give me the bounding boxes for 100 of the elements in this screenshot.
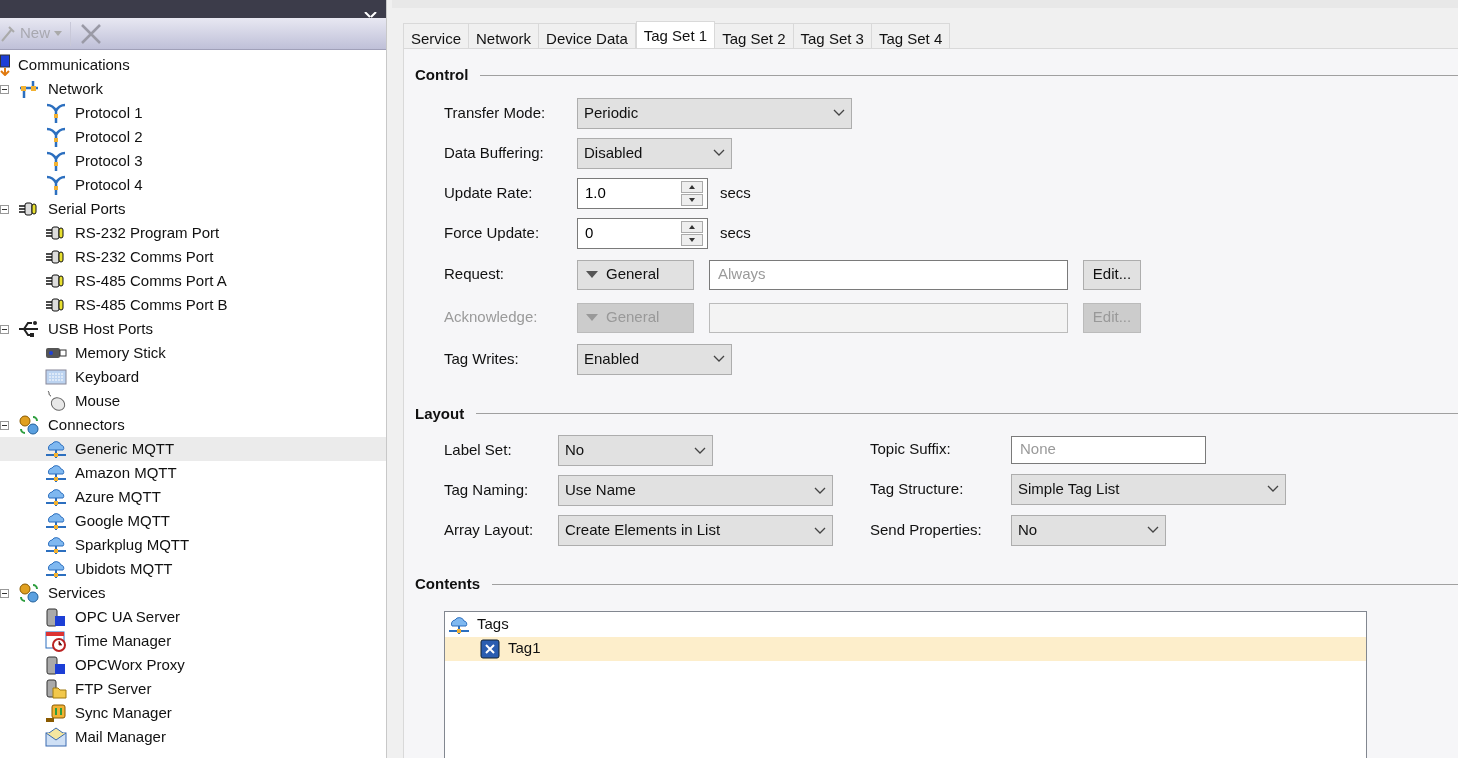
triangle-down-icon [586, 271, 598, 278]
dropdown[interactable]: Create Elements in List [558, 515, 833, 546]
number-field[interactable]: 0 [577, 217, 708, 249]
wand-icon [0, 24, 16, 43]
mode-dropdown[interactable]: General [577, 259, 694, 290]
chevron-down-icon [814, 486, 826, 495]
branch-icon [45, 126, 67, 148]
tree-item[interactable]: Protocol 3 [75, 149, 143, 173]
field-label: Tag Structure: [870, 478, 965, 499]
tree-item[interactable]: RS-232 Comms Port [75, 245, 214, 269]
dropdown[interactable]: Disabled [577, 137, 732, 169]
dropdown[interactable]: Periodic [577, 97, 852, 129]
close-icon[interactable] [364, 12, 378, 18]
chevron-down-icon [1147, 526, 1159, 534]
dropdown[interactable]: Simple Tag List [1011, 473, 1286, 505]
field-label: Update Rate: [444, 182, 534, 203]
branch-icon [45, 174, 67, 196]
network-icon [18, 78, 40, 100]
tree-item[interactable]: Serial Ports [48, 197, 126, 221]
dropdown[interactable]: No [558, 435, 713, 466]
tree-item[interactable]: Ubidots MQTT [75, 557, 173, 581]
triangle-down-icon [586, 314, 598, 321]
tree-item[interactable]: OPC UA Server [75, 605, 181, 629]
server-icon [45, 606, 67, 628]
folder-icon [45, 678, 67, 700]
field-label: Acknowledge: [444, 307, 539, 328]
chevron-down-icon [713, 149, 725, 157]
cloud-icon [45, 462, 67, 484]
field-label: Topic Suffix: [870, 439, 952, 460]
chevron-down-icon [694, 446, 706, 455]
chevron-down-icon [713, 355, 725, 363]
collapse-icon[interactable] [0, 420, 9, 430]
tree-item[interactable]: Protocol 4 [75, 173, 143, 197]
field-label: Request: [444, 264, 506, 285]
collapse-icon[interactable] [0, 324, 9, 334]
dropdown[interactable]: Enabled [577, 343, 732, 375]
tab[interactable]: Service [403, 23, 470, 48]
edit-button[interactable]: Edit... [1083, 259, 1141, 290]
tree-item[interactable]: OPCWorx Proxy [75, 653, 185, 677]
field-label: Tag Naming: [444, 480, 530, 501]
tree-item[interactable]: Communications [18, 53, 130, 77]
tree-item[interactable]: Services [48, 581, 106, 605]
usb-icon [18, 318, 40, 340]
tab[interactable]: Device Data [538, 23, 636, 48]
collapse-icon[interactable] [0, 204, 9, 214]
collapse-icon[interactable] [0, 588, 9, 598]
cloud-icon [45, 510, 67, 532]
tree-item[interactable]: FTP Server [75, 677, 152, 701]
tree-item[interactable]: Azure MQTT [75, 485, 161, 509]
keyboard-icon [45, 366, 67, 388]
tree-item[interactable]: Sync Manager [75, 701, 172, 725]
tree-item[interactable]: Tag1 [508, 637, 541, 660]
tree-item[interactable]: Protocol 1 [75, 101, 143, 125]
tab[interactable]: Tag Set 1 [635, 21, 716, 48]
text-field[interactable] [709, 302, 1068, 333]
tree-item[interactable]: Sparkplug MQTT [75, 533, 190, 557]
tree-item[interactable]: RS-485 Comms Port B [75, 293, 228, 317]
tab[interactable]: Tag Set 4 [870, 23, 951, 48]
tree-item[interactable]: Protocol 2 [75, 125, 143, 149]
number-field[interactable]: 1.0 [577, 177, 708, 209]
tree-item[interactable]: RS-232 Program Port [75, 221, 220, 245]
sync-icon [45, 702, 67, 724]
field-label: Array Layout: [444, 520, 535, 541]
spin-buttons-icon[interactable] [681, 180, 703, 206]
chevron-down-icon [814, 526, 826, 535]
cloud-icon [45, 558, 67, 580]
tree-item[interactable]: Network [48, 77, 103, 101]
chevron-down-icon [833, 109, 845, 117]
dropdown[interactable]: Use Name [558, 475, 833, 506]
mouse-icon [45, 390, 67, 412]
section-title: Layout [415, 403, 465, 424]
tree-item[interactable]: Connectors [48, 413, 125, 437]
cloud-icon [45, 486, 67, 508]
tree-item[interactable]: Time Manager [75, 629, 172, 653]
tree-item[interactable]: USB Host Ports [48, 317, 154, 341]
envelope-icon [45, 726, 67, 748]
tree-item[interactable]: Google MQTT [75, 509, 171, 533]
section-title: Control [415, 65, 469, 85]
monitor-icon [0, 54, 10, 76]
tree-item[interactable]: Keyboard [75, 365, 140, 389]
branch-icon [45, 102, 67, 124]
server-icon [45, 654, 67, 676]
tab[interactable]: Tag Set 2 [714, 23, 794, 48]
dropdown[interactable]: No [1011, 514, 1166, 546]
collapse-icon[interactable] [0, 84, 9, 94]
unit-label: secs [720, 222, 751, 243]
tree-item[interactable]: Tags [477, 613, 509, 636]
unit-label: secs [720, 182, 751, 203]
field-label: Force Update: [444, 222, 541, 243]
tree-item[interactable]: Mail Manager [75, 725, 166, 749]
tag-icon [479, 637, 501, 660]
tab[interactable]: Tag Set 3 [792, 23, 872, 48]
tree-item[interactable]: RS-485 Comms Port A [75, 269, 227, 293]
tree-item[interactable]: Memory Stick [75, 341, 166, 365]
spin-buttons-icon[interactable] [681, 220, 703, 246]
clock-icon [45, 630, 67, 652]
tree-item[interactable]: Amazon MQTT [75, 461, 177, 485]
tree-item[interactable]: Mouse [75, 389, 121, 413]
field-label: Send Properties: [870, 519, 983, 540]
cloud-icon [45, 534, 67, 556]
